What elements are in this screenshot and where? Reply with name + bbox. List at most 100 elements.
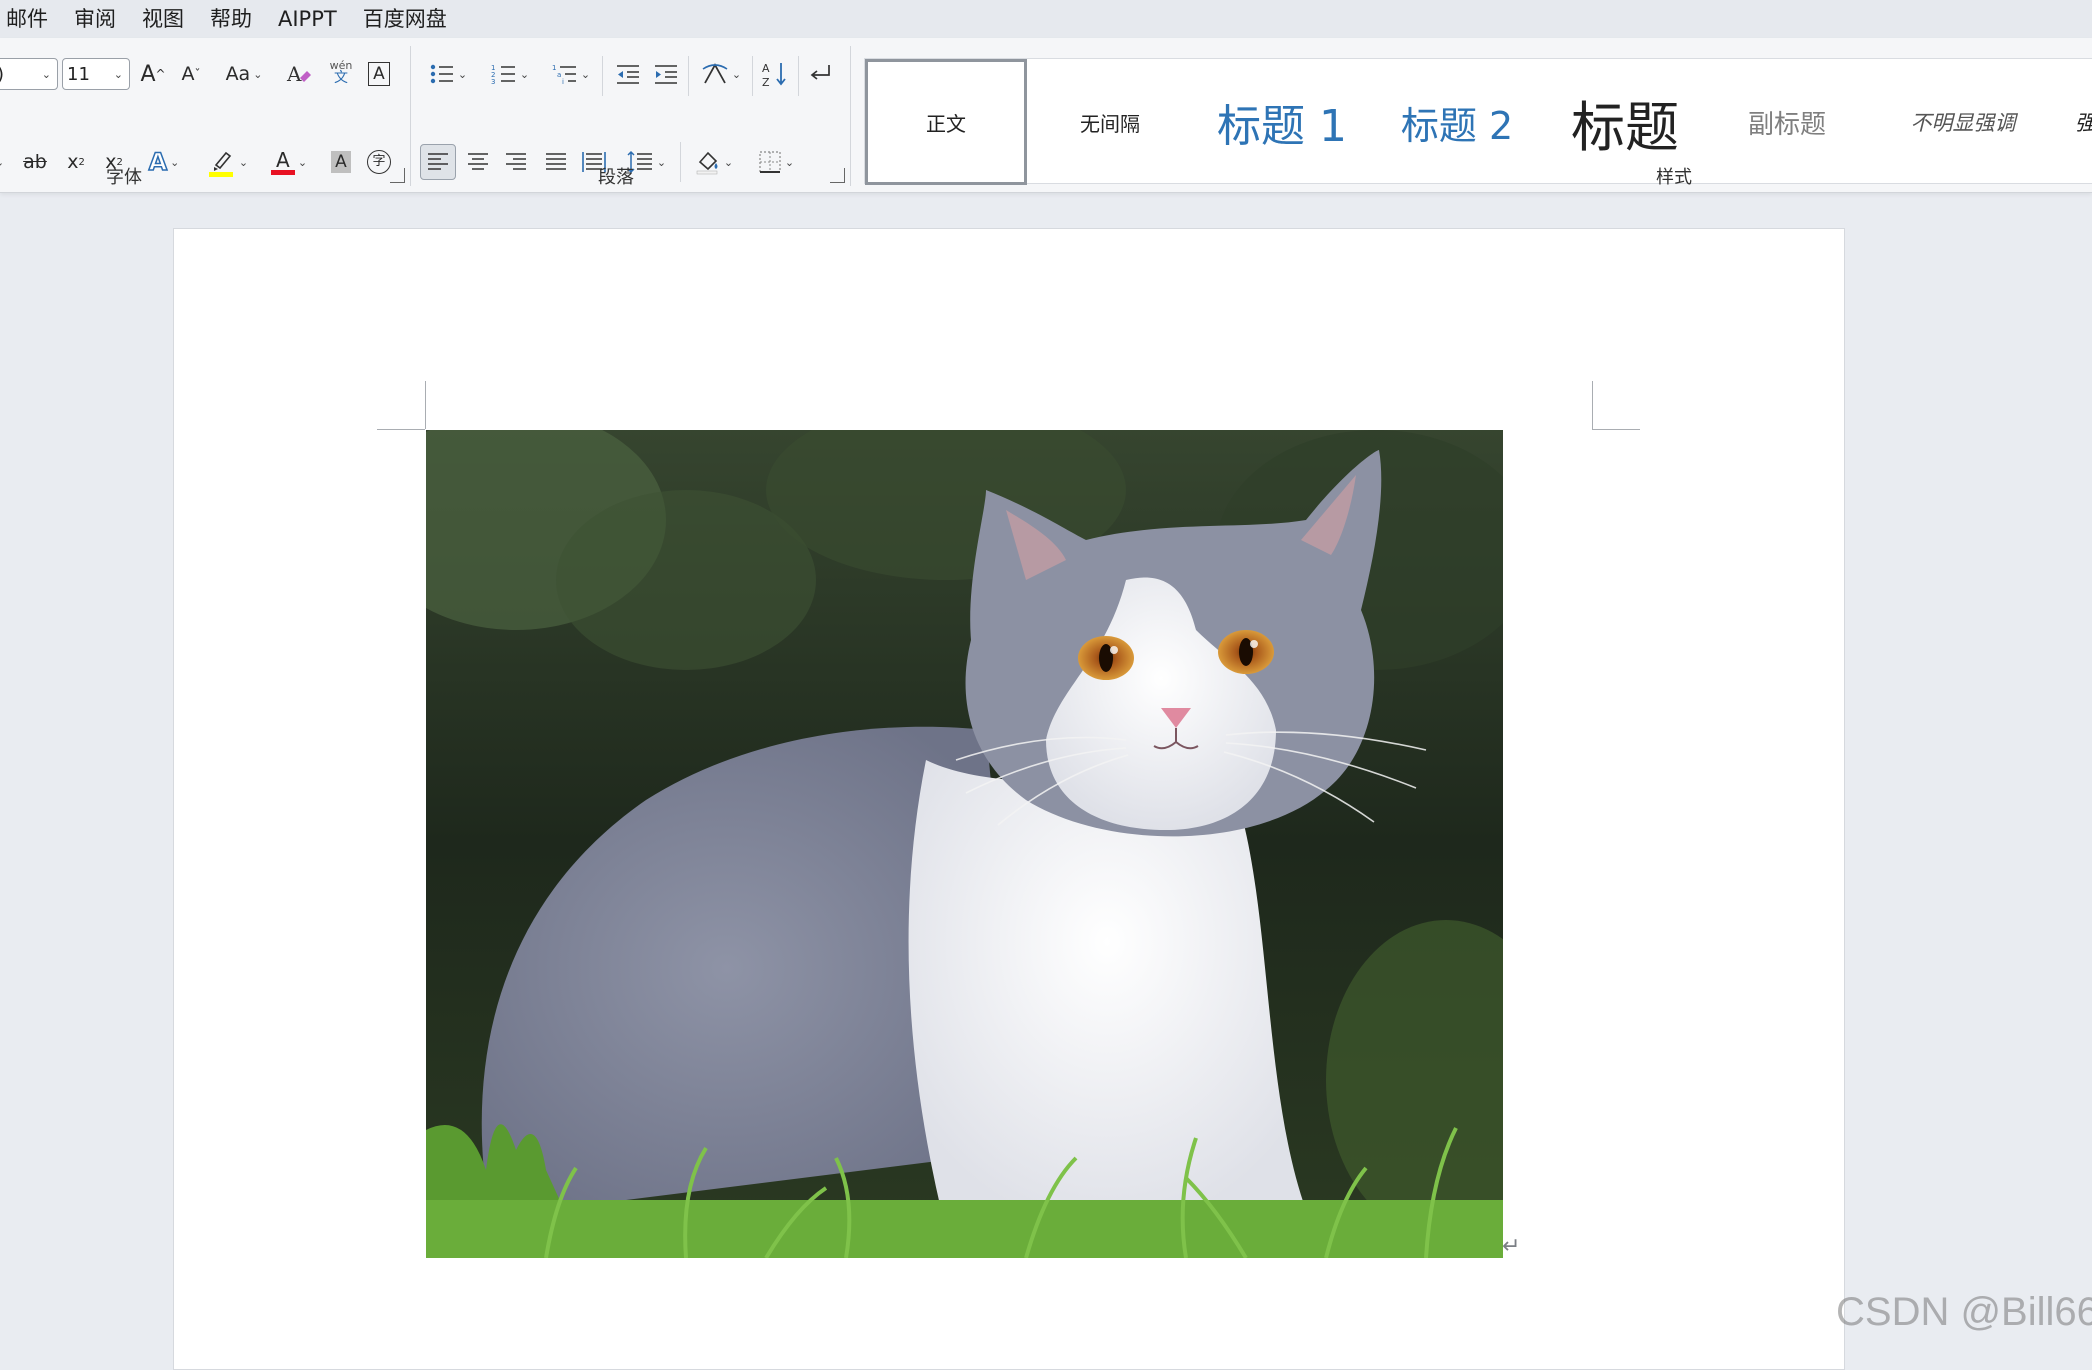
paragraph-mark: ↵ bbox=[1502, 1234, 1521, 1259]
sort-button[interactable]: AZ bbox=[758, 56, 792, 92]
enclose-characters-icon: 字 bbox=[367, 150, 391, 174]
align-left-icon bbox=[428, 153, 448, 170]
font-size-value: 11 bbox=[67, 63, 90, 85]
chevron-down-icon: ⌄ bbox=[656, 155, 667, 169]
borders-button[interactable]: ⌄ bbox=[750, 144, 802, 180]
justify-button[interactable] bbox=[540, 144, 572, 180]
style-subtitle[interactable]: 副标题 bbox=[1711, 59, 1863, 185]
style-emphasis[interactable]: 强调 bbox=[2061, 59, 2092, 185]
decrease-indent-button[interactable] bbox=[612, 56, 644, 92]
change-case-button[interactable]: Aa ⌄ bbox=[220, 56, 268, 92]
menu-review[interactable]: 审阅 bbox=[61, 0, 129, 38]
character-shading-button[interactable]: A bbox=[326, 144, 356, 180]
menu-baidu-netdisk[interactable]: 百度网盘 bbox=[350, 0, 460, 38]
font-size-combo[interactable]: 11 ⌄ bbox=[62, 58, 130, 90]
multilevel-list-icon: 1ai bbox=[552, 64, 576, 86]
chevron-down-icon: ⌄ bbox=[253, 67, 263, 81]
align-center-button[interactable] bbox=[462, 144, 494, 180]
font-color-swatch bbox=[270, 169, 295, 175]
strikethrough-icon: ab bbox=[23, 151, 47, 173]
subscript-button[interactable]: x2 bbox=[62, 144, 90, 180]
chevron-down-icon: ⌄ bbox=[238, 155, 249, 169]
chevron-down-icon: ⌄ bbox=[113, 67, 123, 81]
clear-formatting-button[interactable]: A bbox=[284, 56, 314, 92]
style-no-spacing-label: 无间隔 bbox=[1080, 111, 1140, 136]
align-left-button[interactable] bbox=[420, 144, 456, 180]
menu-mailings[interactable]: 邮件 bbox=[0, 0, 61, 38]
justify-icon bbox=[546, 153, 566, 170]
chinese-layout-button[interactable]: ⌄ bbox=[696, 56, 746, 92]
crop-mark bbox=[377, 429, 425, 430]
numbering-button[interactable]: 123 ⌄ bbox=[484, 56, 536, 92]
menu-view[interactable]: 视图 bbox=[129, 0, 197, 38]
style-normal[interactable]: 正文 bbox=[865, 59, 1027, 185]
decrease-indent-icon bbox=[617, 65, 639, 84]
group-divider bbox=[410, 46, 411, 186]
subscript-icon: x bbox=[67, 151, 79, 173]
align-center-icon bbox=[468, 153, 488, 170]
paint-bucket-icon bbox=[696, 151, 718, 175]
svg-text:a: a bbox=[557, 71, 561, 79]
show-formatting-marks-button[interactable] bbox=[804, 56, 836, 92]
chevron-down-icon: ⌄ bbox=[519, 67, 530, 81]
shrink-font-button[interactable]: Aˇ bbox=[176, 56, 206, 92]
borders-icon bbox=[759, 151, 781, 173]
svg-text:1: 1 bbox=[552, 64, 556, 72]
font-color-button[interactable]: A ⌄ bbox=[262, 144, 316, 180]
styles-group-label: 样式 bbox=[1656, 167, 1692, 188]
menu-aippt[interactable]: AIPPT bbox=[265, 0, 350, 38]
style-heading-2[interactable]: 标题 2 bbox=[1375, 59, 1539, 185]
divider bbox=[798, 56, 799, 96]
change-case-icon: Aa bbox=[225, 63, 251, 85]
style-heading-2-label: 标题 2 bbox=[1400, 103, 1514, 148]
chevron-down-icon: ⌄ bbox=[457, 67, 468, 81]
phonetic-guide-button[interactable]: wén 文 bbox=[326, 54, 356, 90]
chinese-layout-icon bbox=[702, 63, 728, 84]
font-group-label: 字体 bbox=[106, 167, 142, 188]
grow-font-icon: A bbox=[140, 61, 156, 87]
style-no-spacing[interactable]: 无间隔 bbox=[1030, 59, 1190, 185]
divider bbox=[688, 56, 689, 96]
style-subtle-emphasis-label: 不明显强调 bbox=[1910, 111, 2016, 135]
chevron-down-icon: ⌄ bbox=[580, 67, 591, 81]
style-subtle-emphasis[interactable]: 不明显强调 bbox=[1871, 59, 2055, 185]
multilevel-list-button[interactable]: 1ai ⌄ bbox=[546, 56, 596, 92]
shading-button[interactable]: ⌄ bbox=[688, 144, 740, 180]
shrink-font-icon: A bbox=[181, 63, 195, 85]
chevron-down-icon: ⌄ bbox=[41, 67, 51, 81]
grow-font-button[interactable]: A ^ bbox=[138, 56, 168, 92]
text-effects-icon: A bbox=[148, 147, 168, 177]
bullets-button[interactable]: ⌄ bbox=[422, 56, 474, 92]
text-effects-button[interactable]: A ⌄ bbox=[140, 144, 188, 180]
paragraph-dialog-launcher-icon[interactable] bbox=[830, 168, 845, 183]
highlight-color-button[interactable]: ⌄ bbox=[202, 144, 254, 180]
font-color-icon: A bbox=[270, 150, 295, 175]
align-right-icon bbox=[506, 153, 526, 170]
style-heading-1-label: 标题 1 bbox=[1217, 101, 1347, 152]
style-heading-1[interactable]: 标题 1 bbox=[1195, 59, 1369, 185]
crop-mark bbox=[425, 381, 426, 429]
svg-text:i: i bbox=[562, 78, 564, 86]
font-name-combo[interactable]: ) ⌄ bbox=[0, 58, 58, 90]
highlighter-icon bbox=[208, 151, 233, 177]
cat-photo bbox=[426, 430, 1503, 1258]
chevron-down-icon: ⌄ bbox=[297, 155, 308, 169]
font-dialog-launcher-icon[interactable] bbox=[390, 168, 405, 183]
styles-gallery: 正文 无间隔 标题 1 标题 2 标题 副标题 不明显强调 强调 bbox=[864, 58, 2092, 185]
clear-formatting-icon: A bbox=[286, 62, 311, 86]
character-border-button[interactable]: A bbox=[364, 56, 394, 92]
svg-text:3: 3 bbox=[491, 78, 495, 86]
character-border-icon: A bbox=[368, 62, 390, 86]
increase-indent-button[interactable] bbox=[650, 56, 682, 92]
style-normal-label: 正文 bbox=[926, 111, 966, 136]
cat-photo-image[interactable] bbox=[426, 430, 1503, 1258]
style-emphasis-label: 强调 bbox=[2075, 107, 2092, 137]
chevron-down-icon[interactable]: ⌄ bbox=[0, 144, 6, 180]
menu-help[interactable]: 帮助 bbox=[197, 0, 265, 38]
character-shading-icon: A bbox=[331, 151, 351, 173]
group-divider bbox=[850, 46, 851, 186]
align-right-button[interactable] bbox=[500, 144, 532, 180]
chevron-down-icon: ⌄ bbox=[784, 155, 795, 169]
chevron-down-icon: ⌄ bbox=[170, 155, 180, 169]
strikethrough-button[interactable]: ab bbox=[20, 144, 50, 180]
